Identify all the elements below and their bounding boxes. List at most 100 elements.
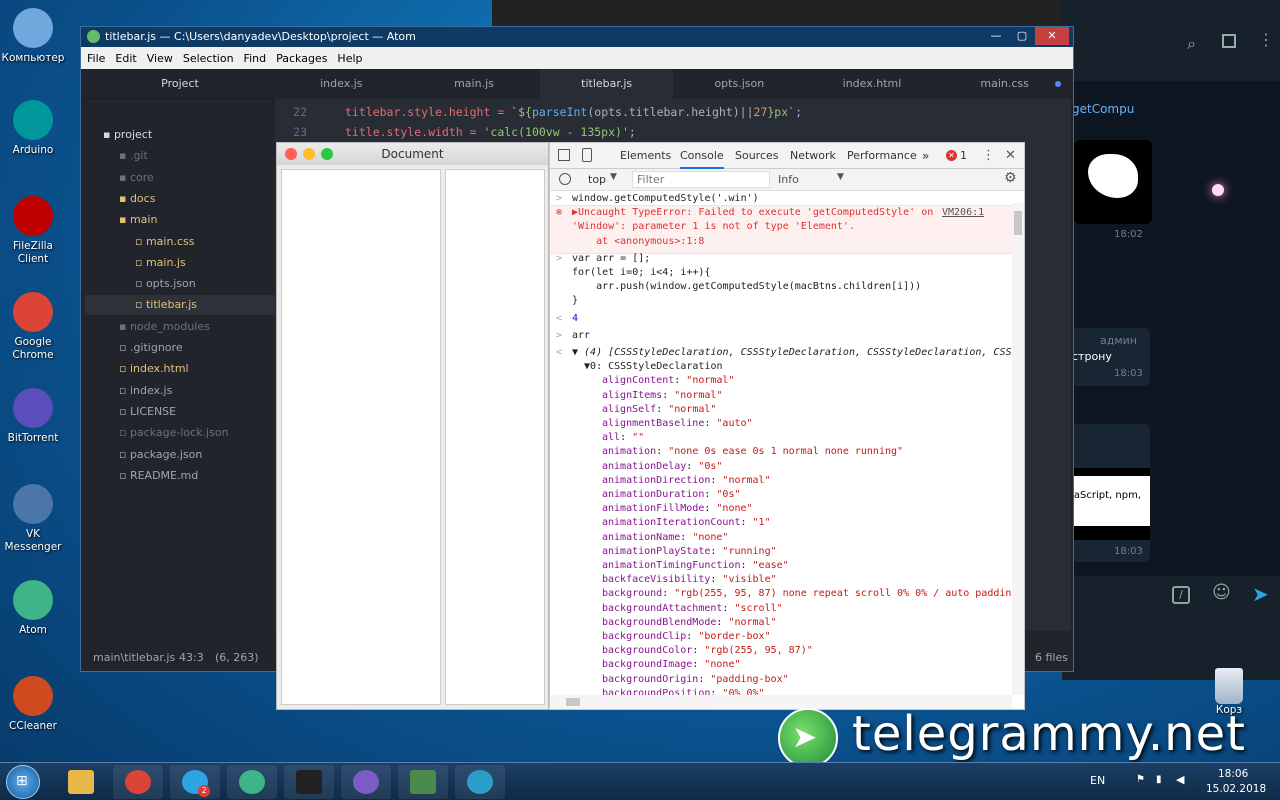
taskbar-app-chrome[interactable]	[113, 765, 163, 799]
image-bubble[interactable]	[1074, 140, 1152, 224]
mac-maximize-button[interactable]	[321, 148, 333, 160]
console-output[interactable]: > window.getComputedStyle('.win') ⊗ ▶Uncaug…	[550, 191, 1012, 695]
tree-item[interactable]: ▫ opts.json	[85, 274, 275, 294]
tree-item[interactable]: ▪ core	[85, 168, 275, 188]
menu-item-edit[interactable]: Edit	[115, 52, 136, 65]
desktop-icon-computer[interactable]: Компьютер	[0, 8, 66, 65]
sidebar-icon[interactable]	[1222, 34, 1236, 48]
status-files[interactable]: 6 files	[1035, 645, 1068, 671]
tab-index-js[interactable]: index.js	[275, 69, 408, 99]
tree-item[interactable]: ▫ .gitignore	[85, 338, 275, 358]
menu-item-selection[interactable]: Selection	[183, 52, 234, 65]
tree-item[interactable]: ▫ README.md	[85, 466, 275, 486]
desktop-icon-bittorrent[interactable]: BitTorrent	[0, 388, 66, 445]
tree-item[interactable]: ▫ LICENSE	[85, 402, 275, 422]
message-bubble[interactable]: админ строну 18:03	[1062, 328, 1150, 386]
menu-item-packages[interactable]: Packages	[276, 52, 327, 65]
volume-icon[interactable]: ◀	[1176, 773, 1184, 786]
error-count[interactable]: 1	[960, 143, 967, 169]
mac-close-button[interactable]	[285, 148, 297, 160]
menu-item-find[interactable]: Find	[244, 52, 267, 65]
status-path[interactable]: main\titlebar.js	[93, 645, 175, 671]
clock-time[interactable]: 18:06	[1218, 768, 1248, 780]
tree-item[interactable]: ▪ main	[85, 210, 275, 230]
device-icon[interactable]	[582, 148, 592, 162]
mac-minimize-button[interactable]	[303, 148, 315, 160]
more-tabs-button[interactable]: »	[922, 143, 929, 169]
tab-titlebar-js[interactable]: titlebar.js	[540, 69, 673, 99]
link-bubble[interactable]: vaScript, npm, 18:03	[1062, 424, 1150, 562]
devtools-tab-performance[interactable]: Performance	[847, 143, 917, 169]
tab-opts-json[interactable]: opts.json	[673, 69, 806, 99]
close-button[interactable]: ✕	[1035, 27, 1069, 45]
taskbar-app-github[interactable]	[341, 765, 391, 799]
minimize-button[interactable]: —	[983, 27, 1009, 45]
scrollbar-thumb[interactable]	[566, 698, 580, 706]
tree-item[interactable]: ▪ .git	[85, 146, 275, 166]
taskbar-app-telegram[interactable]: 2	[170, 765, 220, 799]
network-icon[interactable]: ▮	[1156, 774, 1162, 785]
source-link[interactable]: VM206:1	[942, 207, 984, 218]
filter-input[interactable]	[632, 171, 770, 188]
desktop-icon-vk[interactable]: VK Messenger	[0, 484, 66, 554]
tree-item[interactable]: ▫ titlebar.js	[85, 295, 275, 316]
error-icon[interactable]: ✕	[946, 150, 957, 161]
taskbar-app-explorer[interactable]	[56, 765, 106, 799]
desktop-icon-ccleaner[interactable]: CCleaner	[0, 676, 66, 733]
tab-index-html[interactable]: index.html	[806, 69, 939, 99]
tree-item[interactable]: ▪ docs	[85, 189, 275, 209]
property-value: "visible"	[722, 574, 777, 586]
flag-icon[interactable]: ⚑	[1136, 774, 1145, 785]
desktop-icon-atom[interactable]: Atom	[0, 580, 66, 637]
tree-item[interactable]: ▫ index.html	[85, 359, 275, 379]
inspect-icon[interactable]	[558, 149, 570, 161]
taskbar-app-electron[interactable]	[455, 765, 505, 799]
clear-console-icon[interactable]	[559, 173, 571, 185]
desktop-icon-arduino[interactable]: Arduino	[0, 100, 66, 157]
telegram-input-bar[interactable]: / ☺ ➤	[1062, 576, 1280, 616]
tab-main-js[interactable]: main.js	[408, 69, 541, 99]
tree-item[interactable]: ▪ project	[85, 125, 275, 145]
tree-item[interactable]: ▫ package-lock.json	[85, 423, 275, 443]
tree-view-header[interactable]: Project	[85, 69, 275, 99]
devtools-tab-elements[interactable]: Elements	[620, 143, 671, 169]
clock-date[interactable]: 15.02.2018	[1206, 783, 1266, 795]
menu-item-help[interactable]: Help	[337, 52, 362, 65]
property-separator: :	[740, 560, 753, 571]
emoji-icon[interactable]: ☺	[1212, 582, 1231, 603]
document-titlebar[interactable]: Document	[277, 143, 548, 165]
log-level-select[interactable]: Info	[778, 173, 799, 186]
tree-item[interactable]: ▪ node_modules	[85, 317, 275, 337]
command-icon[interactable]: /	[1172, 586, 1190, 604]
taskbar-app-monitor[interactable]	[398, 765, 448, 799]
chevron-down-icon: ▼	[610, 172, 617, 182]
tree-item[interactable]: ▫ package.json	[85, 445, 275, 465]
tab-main-css[interactable]: main.css	[938, 69, 1071, 99]
desktop-icon-chrome[interactable]: Google Chrome	[0, 292, 66, 362]
start-button[interactable]: ⊞	[6, 765, 40, 799]
close-icon[interactable]: ✕	[1005, 143, 1016, 169]
devtools-tab-sources[interactable]: Sources	[735, 143, 779, 169]
settings-icon[interactable]: ⚙	[1004, 170, 1017, 186]
scrollbar[interactable]	[1012, 203, 1024, 695]
taskbar-app-atom[interactable]	[227, 765, 277, 799]
menu-item-file[interactable]: File	[87, 52, 105, 65]
send-icon[interactable]: ➤	[1252, 582, 1269, 606]
context-select[interactable]: top	[588, 173, 606, 186]
scrollbar-thumb[interactable]	[1014, 211, 1022, 235]
devtools-tab-network[interactable]: Network	[790, 143, 836, 169]
search-icon[interactable]: ⌕	[1187, 34, 1196, 54]
taskbar-app-cmd[interactable]	[284, 765, 334, 799]
devtools-tab-console[interactable]: Console	[680, 143, 724, 169]
more-icon[interactable]: ⋮	[982, 143, 995, 169]
language-indicator[interactable]: EN	[1090, 774, 1105, 787]
desktop-icon-filezilla[interactable]: FileZilla Client	[0, 196, 66, 266]
status-cursor[interactable]: 43:3	[179, 645, 204, 671]
tree-item[interactable]: ▫ main.js	[85, 253, 275, 273]
tree-item[interactable]: ▫ main.css	[85, 232, 275, 252]
menu-item-view[interactable]: View	[147, 52, 173, 65]
more-icon[interactable]: ⋮	[1258, 30, 1274, 49]
maximize-button[interactable]: ▢	[1009, 27, 1035, 45]
tree-item[interactable]: ▫ index.js	[85, 381, 275, 401]
atom-titlebar[interactable]: titlebar.js — C:\Users\danyadev\Desktop\…	[81, 27, 1073, 47]
